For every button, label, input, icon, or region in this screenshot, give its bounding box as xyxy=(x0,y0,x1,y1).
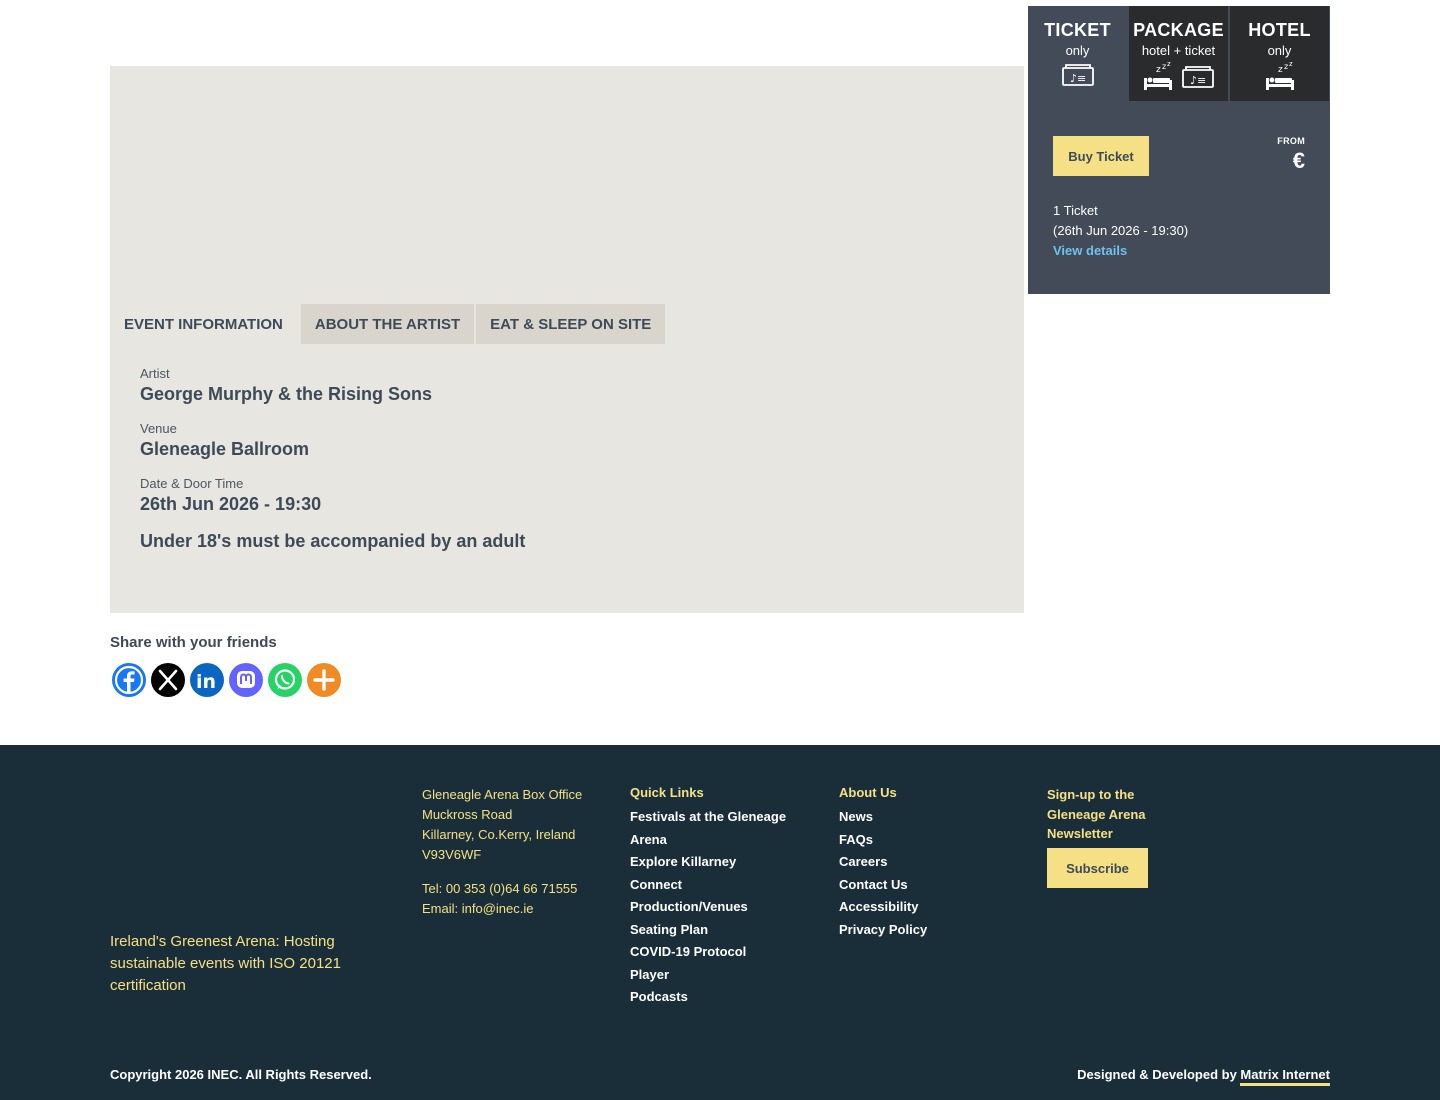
designed-by: Designed & Developed by Matrix Internet xyxy=(1077,1067,1330,1086)
svg-text:z: z xyxy=(1162,62,1166,71)
from-label: FROM xyxy=(1277,136,1305,146)
copyright: Copyright 2026 INEC. All Rights Reserved… xyxy=(110,1067,372,1082)
quick-link[interactable]: Festivals at the Gleneage Arena xyxy=(630,806,810,851)
bed-icon: zzz xyxy=(1264,60,1296,97)
tab-package-sub: hotel + ticket xyxy=(1141,43,1216,58)
quick-link[interactable]: Explore Killarney xyxy=(630,851,810,874)
facebook-icon[interactable] xyxy=(112,663,146,697)
about-link[interactable]: FAQs xyxy=(839,829,1019,852)
buy-ticket-button[interactable]: Buy Ticket xyxy=(1053,136,1149,176)
about-title: About Us xyxy=(839,785,897,800)
designer-link[interactable]: Matrix Internet xyxy=(1240,1067,1330,1086)
ticket-count: 1 Ticket xyxy=(1053,203,1098,218)
whatsapp-icon[interactable] xyxy=(268,663,302,697)
tab-eat-and-sleep[interactable]: EAT & SLEEP ON SITE xyxy=(476,304,666,344)
currency-symbol: € xyxy=(1292,148,1305,173)
newsletter-title: Sign-up to the Gleneage Arena Newsletter xyxy=(1047,787,1146,841)
footer-tel[interactable]: Tel: 00 353 (0)64 66 71555 xyxy=(422,879,582,899)
ticket-icon: ♪≡ xyxy=(1180,62,1216,97)
booking-widget: TICKET only ♪≡ PACKAGE hotel + ticket zz… xyxy=(1028,6,1330,294)
event-tabs: EVENT INFORMATION ABOUT THE ARTIST EAT &… xyxy=(110,304,666,344)
age-notice: Under 18's must be accompanied by an adu… xyxy=(140,531,526,551)
footer: Ireland's Greenest Arena: Hosting sustai… xyxy=(0,745,1440,1100)
subscribe-button[interactable]: Subscribe xyxy=(1047,848,1148,888)
quick-link[interactable]: Seating Plan xyxy=(630,919,810,942)
quick-link[interactable]: COVID-19 Protocol xyxy=(630,941,810,964)
about-link[interactable]: News xyxy=(839,806,1019,829)
tab-ticket-title: TICKET xyxy=(1044,20,1111,40)
quick-link[interactable]: Player xyxy=(630,964,810,987)
booking-tabs: TICKET only ♪≡ PACKAGE hotel + ticket zz… xyxy=(1028,6,1330,101)
quick-link[interactable]: Connect xyxy=(630,874,810,897)
tab-ticket-sub: only xyxy=(1065,43,1090,58)
tab-package[interactable]: PACKAGE hotel + ticket zzz ♪≡ xyxy=(1129,6,1228,101)
bed-icon: zzz xyxy=(1142,60,1174,97)
price-from: FROM € xyxy=(1277,136,1305,174)
view-details-link[interactable]: View details xyxy=(1053,241,1188,261)
quick-links-title: Quick Links xyxy=(630,785,704,800)
svg-text:z: z xyxy=(1289,62,1293,68)
artist-name: George Murphy & the Rising Sons xyxy=(140,384,433,404)
artist-label: Artist xyxy=(140,366,170,381)
quick-links: Quick Links Festivals at the Gleneage Ar… xyxy=(630,785,810,1009)
tab-hotel-sub: only xyxy=(1267,43,1292,58)
x-icon[interactable] xyxy=(151,663,185,697)
event-info: Artist George Murphy & the Rising Sons V… xyxy=(140,366,525,552)
svg-text:♪≡: ♪≡ xyxy=(1190,74,1206,87)
tab-hotel-only[interactable]: HOTEL only zzz xyxy=(1230,6,1329,101)
ticket-icon: ♪≡ xyxy=(1060,62,1096,93)
ticket-date: (26th Jun 2026 - 19:30) xyxy=(1053,223,1189,238)
share-title: Share with your friends xyxy=(110,634,277,651)
designed-by-label: Designed & Developed by xyxy=(1077,1067,1241,1082)
venue-label: Venue xyxy=(140,421,177,436)
tab-hotel-title: HOTEL xyxy=(1248,20,1311,40)
quick-link[interactable]: Production/Venues xyxy=(630,896,810,919)
date-label: Date & Door Time xyxy=(140,476,244,491)
ticket-summary: 1 Ticket (26th Jun 2026 - 19:30) View de… xyxy=(1053,201,1188,261)
svg-text:z: z xyxy=(1156,65,1161,75)
about-link[interactable]: Contact Us xyxy=(839,874,1019,897)
about-link[interactable]: Privacy Policy xyxy=(839,919,1019,942)
footer-tagline: Ireland's Greenest Arena: Hosting sustai… xyxy=(110,933,341,994)
venue-name: Gleneagle Ballroom xyxy=(140,439,310,459)
event-date: 26th Jun 2026 - 19:30 xyxy=(140,494,322,514)
svg-text:z: z xyxy=(1278,65,1283,75)
tab-package-title: PACKAGE xyxy=(1133,20,1224,40)
share-buttons: in xyxy=(112,663,341,697)
address-line: Muckross Road xyxy=(422,807,513,822)
about-link[interactable]: Careers xyxy=(839,851,1019,874)
svg-text:z: z xyxy=(1167,62,1171,68)
event-panel: EVENT INFORMATION ABOUT THE ARTIST EAT &… xyxy=(110,66,1024,613)
address-line: V93V6WF xyxy=(422,847,482,862)
address-line: Killarney, Co.Kerry, Ireland xyxy=(422,827,576,842)
address-line: Gleneagle Arena Box Office xyxy=(422,787,583,802)
about-link[interactable]: Accessibility xyxy=(839,896,1019,919)
mastodon-icon[interactable] xyxy=(229,663,263,697)
svg-text:♪≡: ♪≡ xyxy=(1070,72,1086,85)
more-icon[interactable] xyxy=(307,663,341,697)
footer-address: Gleneagle Arena Box Office Muckross Road… xyxy=(422,785,582,919)
tab-about-the-artist[interactable]: ABOUT THE ARTIST xyxy=(300,304,475,344)
about-links: About Us News FAQs Careers Contact Us Ac… xyxy=(839,785,1019,941)
svg-text:in: in xyxy=(196,671,216,693)
tab-event-information[interactable]: EVENT INFORMATION xyxy=(110,304,299,344)
svg-text:z: z xyxy=(1284,62,1288,71)
tab-ticket-only[interactable]: TICKET only ♪≡ xyxy=(1028,6,1127,101)
footer-email[interactable]: Email: info@inec.ie xyxy=(422,899,582,919)
quick-link[interactable]: Podcasts xyxy=(630,986,810,1009)
linkedin-icon[interactable]: in xyxy=(190,663,224,697)
